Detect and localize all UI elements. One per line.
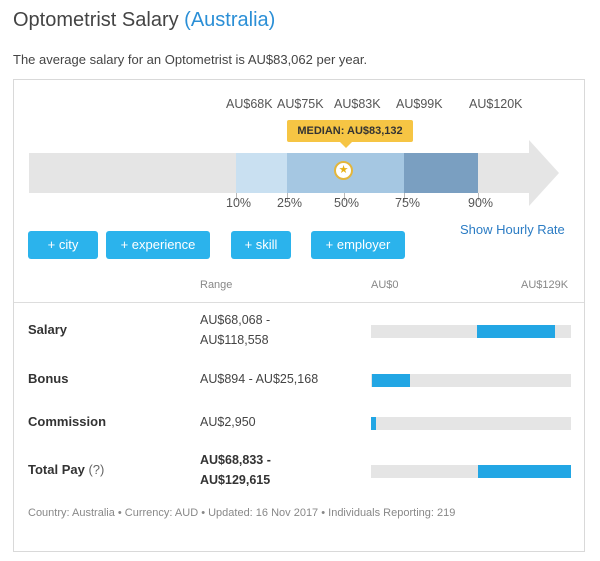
scale-max-header: AU$129K: [521, 279, 569, 291]
percentile-label-50: 50%: [334, 196, 360, 210]
add-skill-button[interactable]: + skill: [231, 231, 291, 259]
commission-range-bar: [371, 417, 571, 430]
star-icon: ★: [334, 161, 353, 180]
table-divider: [14, 302, 584, 303]
salary-row-range: AU$68,068 - AU$118,558: [200, 310, 330, 350]
total-pay-range-bar: [371, 465, 571, 478]
percentile-value-50: AU$83K: [334, 97, 381, 111]
scale-min-header: AU$0: [371, 279, 399, 291]
add-city-button[interactable]: + city: [28, 231, 98, 259]
percentile-value-75: AU$99K: [396, 97, 443, 111]
total-pay-help-icon[interactable]: (?): [88, 462, 104, 477]
total-pay-range-line1: AU$68,833 -: [200, 453, 271, 467]
total-pay-range-fill: [477, 465, 571, 478]
commission-row-range: AU$2,950: [200, 412, 330, 432]
percentile-label-25: 25%: [277, 196, 303, 210]
add-experience-button[interactable]: + experience: [106, 231, 210, 259]
commission-range-line1: AU$2,950: [200, 415, 256, 429]
percentile-band-10-25: [236, 153, 287, 193]
commission-row-label: Commission: [28, 414, 107, 429]
percentile-label-90: 90%: [468, 196, 494, 210]
bonus-row-label: Bonus: [28, 371, 69, 386]
average-salary-text: The average salary for an Optometrist is…: [13, 52, 368, 67]
salary-range-fill: [476, 325, 555, 338]
percentile-label-75: 75%: [395, 196, 421, 210]
bonus-range-line1: AU$894 - AU$25,168: [200, 372, 319, 386]
total-pay-row-label: Total Pay (?): [28, 462, 104, 477]
bonus-range-fill: [372, 374, 410, 387]
country-link[interactable]: (Australia): [184, 9, 275, 31]
salary-row-label: Salary: [28, 322, 68, 337]
footer-meta: Country: Australia • Currency: AUD • Upd…: [28, 507, 456, 519]
page-title: Optometrist Salary (Australia): [13, 9, 275, 32]
percentile-label-10: 10%: [226, 196, 252, 210]
total-pay-row-range: AU$68,833 - AU$129,615: [200, 450, 330, 490]
add-employer-button[interactable]: + employer: [311, 231, 405, 259]
salary-range-line2: AU$118,558: [200, 333, 269, 347]
percentile-value-25: AU$75K: [277, 97, 324, 111]
salary-panel: AU$68K AU$75K AU$83K AU$99K AU$120K MEDI…: [13, 79, 585, 552]
arrow-head: [529, 140, 559, 206]
show-hourly-rate-link[interactable]: Show Hourly Rate: [460, 222, 565, 237]
total-pay-range-line2: AU$129,615: [200, 473, 271, 487]
percentile-value-10: AU$68K: [226, 97, 273, 111]
bonus-row-range: AU$894 - AU$25,168: [200, 369, 370, 389]
commission-range-fill: [371, 417, 376, 430]
range-header: Range: [200, 279, 233, 291]
salary-range-line1: AU$68,068 -: [200, 313, 271, 327]
bonus-range-bar: [371, 374, 571, 387]
salary-range-bar: [371, 325, 571, 338]
percentile-value-90: AU$120K: [469, 97, 523, 111]
percentile-band-75-90: [404, 153, 478, 193]
job-title: Optometrist Salary: [13, 9, 179, 31]
median-label: MEDIAN: AU$83,132: [287, 120, 413, 148]
total-pay-label: Total Pay: [28, 462, 85, 477]
